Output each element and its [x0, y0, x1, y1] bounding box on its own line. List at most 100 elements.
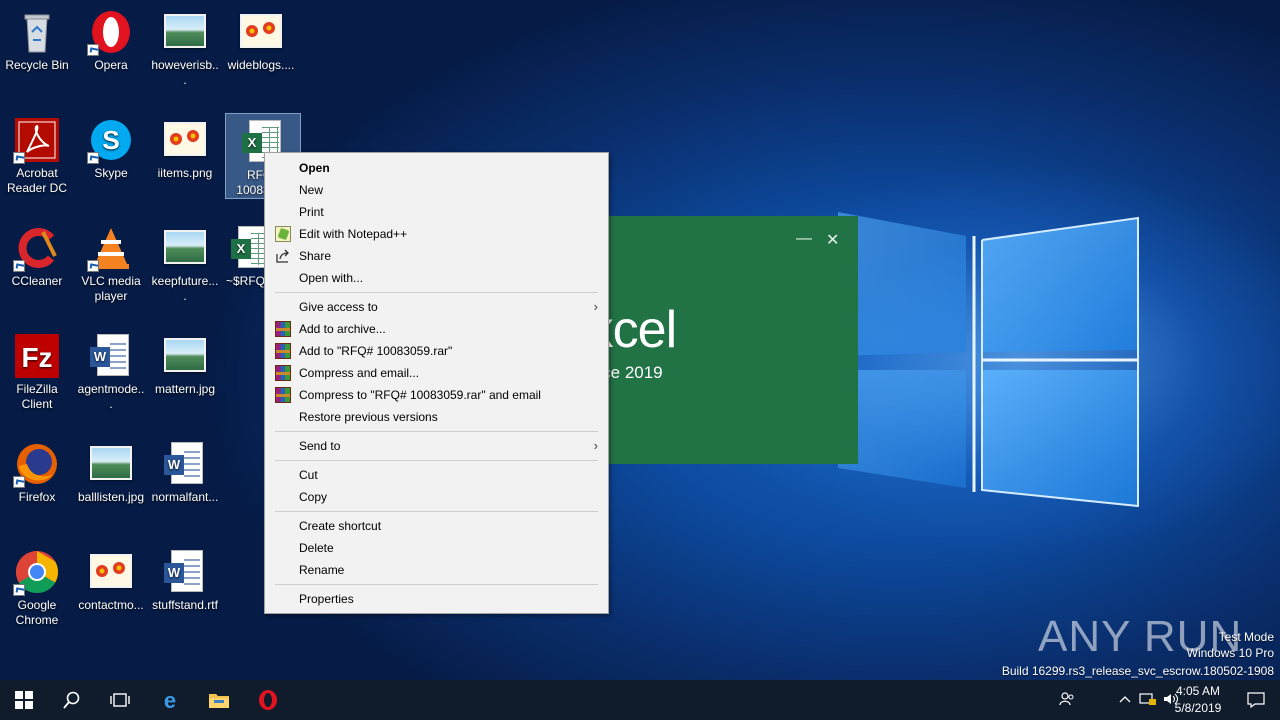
action-center-button[interactable]: [1232, 680, 1280, 720]
menu-item-print[interactable]: Print: [265, 201, 608, 223]
menu-item-new[interactable]: New: [265, 179, 608, 201]
clock-date: 5/8/2019: [1174, 701, 1222, 715]
desktop-icon-label: Google Chrome: [15, 598, 59, 627]
taskbar-file-explorer[interactable]: [195, 680, 243, 720]
close-button[interactable]: ✕: [826, 230, 839, 250]
menu-item-label: Edit with Notepad++: [299, 227, 408, 241]
menu-separator: [275, 431, 598, 432]
menu-item-label: Compress to "RFQ# 10083059.rar" and emai…: [299, 388, 541, 402]
desktop-icon-iitems[interactable]: iitems.png: [148, 112, 222, 181]
desktop-icon-howeverisb[interactable]: howeverisb...: [148, 4, 222, 88]
menu-item-label: Add to archive...: [299, 322, 386, 336]
menu-item-compress-email[interactable]: Compress and email...: [265, 362, 608, 384]
excel-splash-window: — ✕ Excel Office 2019: [590, 216, 858, 464]
menu-item-label: Delete: [299, 541, 334, 555]
desktop-icon-stuffstand[interactable]: W stuffstand.rtf: [148, 544, 222, 613]
minimize-button[interactable]: —: [796, 230, 812, 248]
menu-item-open-with[interactable]: Open with...: [265, 267, 608, 289]
word-file-icon: W: [87, 332, 135, 380]
desktop-icon-chrome[interactable]: Google Chrome: [0, 544, 74, 628]
menu-item-restore-versions[interactable]: Restore previous versions: [265, 406, 608, 428]
notification-icon: [1247, 692, 1265, 708]
image-file-icon: [161, 8, 209, 56]
menu-item-compress-to-rar-email[interactable]: Compress to "RFQ# 10083059.rar" and emai…: [265, 384, 608, 406]
word-file-icon: W: [161, 440, 209, 488]
image-file-icon: [161, 224, 209, 272]
people-icon[interactable]: [1056, 691, 1078, 710]
menu-item-cut[interactable]: Cut: [265, 464, 608, 486]
svg-text:Fz: Fz: [21, 342, 52, 373]
watermark-test-mode: Test Mode: [1218, 630, 1274, 644]
watermark-build: Build 16299.rs3_release_svc_escrow.18050…: [1001, 664, 1274, 678]
desktop-icon-label: Firefox: [18, 490, 56, 504]
excel-file-icon: X: [228, 224, 264, 272]
menu-item-properties[interactable]: Properties: [265, 588, 608, 610]
desktop-icon-label: wideblogs....: [227, 58, 295, 72]
desktop-icon-label: contactmo...: [78, 598, 144, 612]
desktop-icon-label: CCleaner: [11, 274, 63, 288]
menu-item-label: Properties: [299, 592, 354, 606]
shortcut-arrow-icon: [13, 584, 25, 596]
desktop-icon-acrobat[interactable]: Acrobat Reader DC: [0, 112, 74, 196]
winrar-icon: [275, 321, 291, 337]
shortcut-arrow-icon: [13, 260, 25, 272]
filezilla-icon: Fz: [13, 332, 61, 380]
desktop-icon-balllisten[interactable]: balllisten.jpg: [74, 436, 148, 505]
shortcut-arrow-icon: [87, 152, 99, 164]
search-button[interactable]: [48, 680, 96, 720]
desktop-icon-temp-rfq[interactable]: X ~$RFQ# 10083059: [224, 220, 264, 289]
menu-item-delete[interactable]: Delete: [265, 537, 608, 559]
desktop-icon-firefox[interactable]: Firefox: [0, 436, 74, 505]
network-icon[interactable]: [1136, 692, 1160, 709]
desktop-icon-vlc[interactable]: VLC media player: [74, 220, 148, 304]
desktop-icon-skype[interactable]: S Skype: [74, 112, 148, 181]
firefox-icon: [13, 440, 61, 488]
menu-item-create-shortcut[interactable]: Create shortcut: [265, 515, 608, 537]
task-view-button[interactable]: [96, 680, 144, 720]
opera-icon: [87, 8, 135, 56]
shortcut-arrow-icon: [13, 476, 25, 488]
desktop-icon-wideblogs[interactable]: wideblogs....: [224, 4, 298, 73]
menu-item-label: Share: [299, 249, 332, 263]
search-icon: [63, 691, 80, 709]
menu-item-label: Send to: [299, 439, 341, 453]
image-file-icon: [161, 332, 209, 380]
menu-item-open[interactable]: Open: [265, 157, 608, 179]
menu-item-share[interactable]: Share: [265, 245, 608, 267]
desktop-icon-ccleaner[interactable]: CCleaner: [0, 220, 74, 289]
taskbar-opera[interactable]: [244, 680, 292, 720]
chevron-right-icon: ›: [593, 299, 598, 314]
menu-item-add-to-archive[interactable]: Add to archive...: [265, 318, 608, 340]
desktop-icon-filezilla[interactable]: Fz FileZilla Client: [0, 328, 74, 412]
winrar-icon: [275, 387, 291, 403]
context-menu: Open New Print Edit with Notepad++ Share…: [264, 152, 609, 614]
taskbar-clock[interactable]: 4:05 AM 5/8/2019: [1162, 683, 1234, 717]
desktop-icon-label: normalfant...: [151, 490, 219, 504]
menu-item-copy[interactable]: Copy: [265, 486, 608, 508]
desktop-icon-opera[interactable]: Opera: [74, 4, 148, 73]
menu-item-label: Compress and email...: [299, 366, 420, 380]
menu-item-label: Rename: [299, 563, 345, 577]
desktop-icon-contactmo[interactable]: contactmo...: [74, 544, 148, 613]
desktop-icon-label: stuffstand.rtf: [152, 598, 218, 612]
image-file-icon: [161, 116, 209, 164]
desktop-icon-normalfant[interactable]: W normalfant...: [148, 436, 222, 505]
acrobat-icon: [13, 116, 61, 164]
menu-item-give-access[interactable]: Give access to ›: [265, 296, 608, 318]
desktop-icon-agentmode[interactable]: W agentmode...: [74, 328, 148, 412]
start-button[interactable]: [0, 680, 48, 720]
menu-separator: [275, 584, 598, 585]
clock-time: 4:05 AM: [1175, 684, 1221, 698]
desktop-icon-mattern[interactable]: mattern.jpg: [148, 328, 222, 397]
menu-item-send-to[interactable]: Send to ›: [265, 435, 608, 457]
chevron-right-icon: ›: [593, 438, 598, 453]
menu-item-add-to-rar[interactable]: Add to "RFQ# 10083059.rar": [265, 340, 608, 362]
chevron-up-icon[interactable]: [1114, 693, 1136, 707]
desktop-icon-keepfuture[interactable]: keepfuture....: [148, 220, 222, 304]
menu-item-edit-notepadpp[interactable]: Edit with Notepad++: [265, 223, 608, 245]
taskbar-edge[interactable]: e: [146, 680, 194, 720]
menu-item-label: Copy: [299, 490, 328, 504]
menu-item-rename[interactable]: Rename: [265, 559, 608, 581]
desktop-icon-label: agentmode...: [77, 382, 145, 411]
desktop-icon-recycle-bin[interactable]: Recycle Bin: [0, 4, 74, 73]
